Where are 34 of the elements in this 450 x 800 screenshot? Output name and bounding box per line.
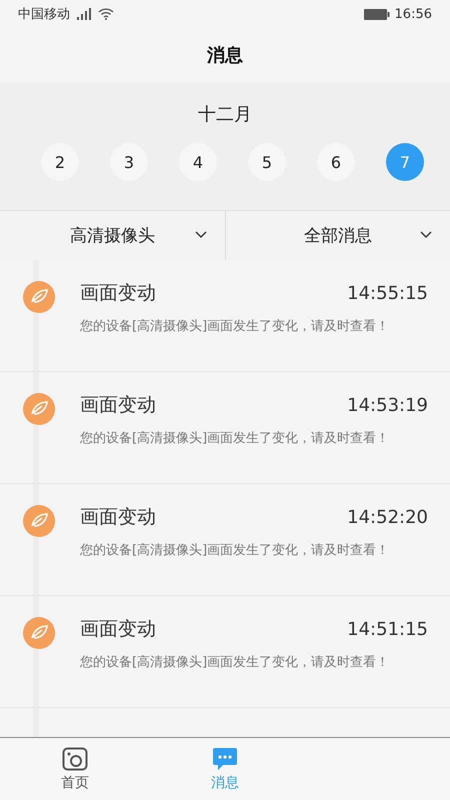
day-button[interactable]: 4 [179,143,217,181]
carrier-name: 中国移动 [18,6,70,23]
leaf-icon [22,616,56,650]
message-time: 14:55:15 [347,282,428,304]
message-time: 14:53:19 [347,394,428,416]
tab-button[interactable]: 首页 [0,738,150,800]
caret-icon [420,231,432,239]
wifi-icon [98,8,114,20]
filter-dropdown[interactable]: 高清摄像头 [0,211,224,260]
message-text: 您的设备[高清摄像头]画面发生了变化，请及时查看！ [80,318,390,336]
day-button[interactable]: 3 [110,143,148,181]
message-text: 您的设备[高清摄像头]画面发生了变化，请及时查看！ [80,430,390,448]
message-text: 您的设备[高清摄像头]画面发生了变化，请及时查看！ [80,654,390,672]
signal-icon [75,8,93,20]
message-title: 画面变动 [80,281,156,306]
caret-icon [194,231,206,239]
leaf-icon [22,504,56,538]
battery-icon [364,8,390,20]
message-time: 14:51:15 [347,618,428,640]
page-title: 消息 [207,44,243,67]
day-button[interactable]: 2 [41,143,79,181]
leaf-icon [22,392,56,426]
message-text: 您的设备[高清摄像头]画面发生了变化，请及时查看！ [80,542,390,560]
month-label: 十二月 [198,103,252,126]
clock-time: 16:56 [394,6,432,22]
message-title: 画面变动 [80,505,156,530]
chat-icon [212,746,238,770]
leaf-icon [22,280,56,314]
day-button[interactable]: 6 [317,143,355,181]
camera-icon [62,746,88,770]
message-title: 画面变动 [80,393,156,418]
message-title: 画面变动 [80,617,156,642]
message-time: 14:52:20 [347,506,428,528]
day-button[interactable]: 5 [248,143,286,181]
